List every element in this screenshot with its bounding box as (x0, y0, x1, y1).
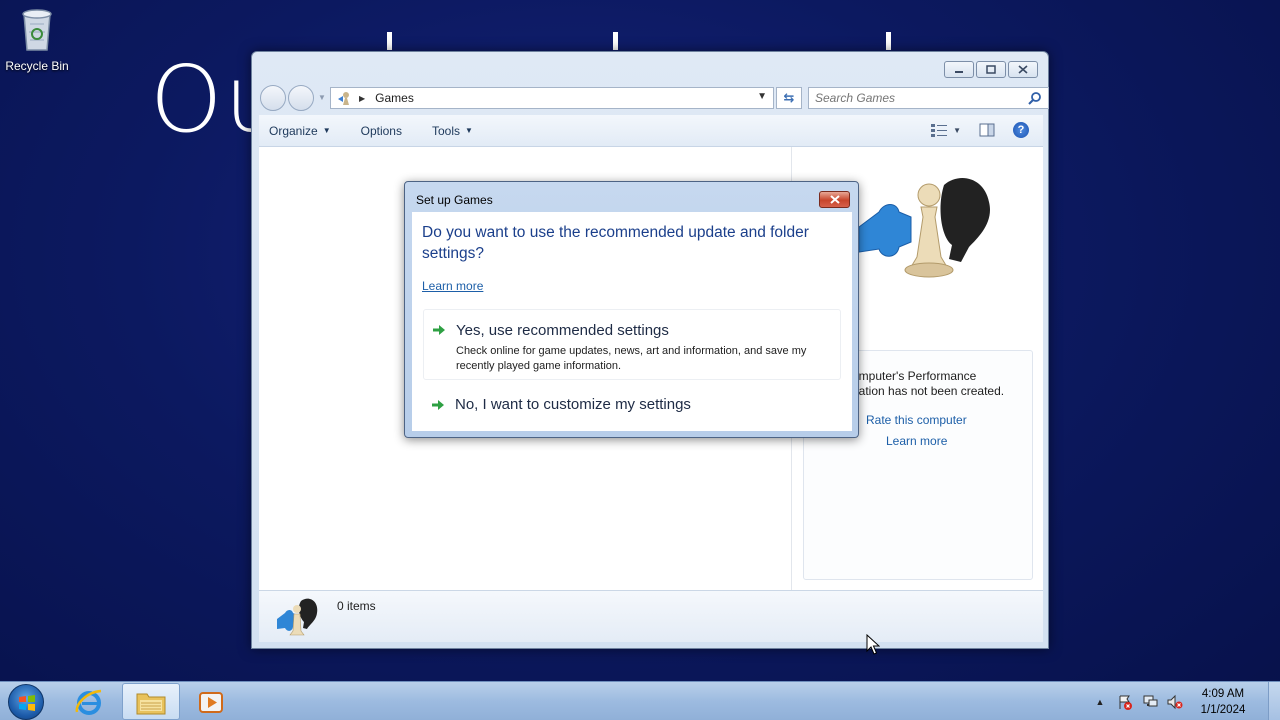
recommended-option-description: Check online for game updates, news, art… (456, 345, 807, 372)
internet-explorer-icon (75, 689, 102, 715)
dialog-close-button[interactable] (819, 191, 850, 208)
rate-computer-link[interactable]: Rate this computer (866, 413, 967, 427)
navigation-bar: ▼ ▶ Games ▼ ⇆ (260, 85, 1049, 111)
caption-buttons (944, 61, 1038, 78)
games-folder-icon (338, 92, 349, 105)
item-count: 0 items (337, 599, 376, 613)
options-button[interactable]: Options (361, 124, 402, 138)
preview-pane-icon[interactable] (979, 123, 995, 137)
volume-muted-icon[interactable] (1167, 694, 1183, 710)
performance-learn-more-link[interactable]: Learn more (886, 434, 947, 448)
windows-logo-icon (19, 695, 35, 711)
restore-icon (986, 65, 996, 74)
maximize-button[interactable] (976, 61, 1006, 78)
performance-message-line1: omputer's Performance (852, 369, 977, 383)
action-center-icon[interactable] (1117, 694, 1133, 710)
clock-date: 1/1/2024 (1200, 703, 1246, 716)
wallpaper-tick (613, 32, 618, 50)
games-hero-icon (858, 178, 990, 278)
green-arrow-icon (432, 400, 444, 410)
chevron-down-icon: ▼ (465, 126, 473, 135)
taskbar-clock[interactable]: 4:09 AM 1/1/2024 (1192, 686, 1254, 718)
recycle-bin-shortcut[interactable]: Recycle Bin (4, 6, 70, 73)
help-icon[interactable]: ? (1013, 122, 1029, 138)
taskbar-media-player[interactable] (182, 683, 240, 720)
network-icon[interactable] (1142, 694, 1158, 710)
show-desktop-button[interactable] (1268, 682, 1280, 720)
details-pane: 0 items (259, 590, 1043, 642)
back-button[interactable] (260, 85, 286, 111)
recent-pages-dropdown[interactable]: ▼ (318, 93, 326, 102)
recycle-bin-label: Recycle Bin (5, 59, 69, 73)
system-tray: ▲ 4:09 AM 1/1/2024 (1092, 682, 1280, 720)
minimize-button[interactable] (944, 61, 974, 78)
wallpaper-tick (886, 32, 891, 50)
clock-time: 4:09 AM (1201, 687, 1245, 700)
dialog-body: Do you want to use the recommended updat… (412, 212, 852, 431)
search-input[interactable] (809, 88, 1019, 108)
tools-label: Tools (431, 123, 460, 138)
chevron-down-icon: ▼ (953, 125, 961, 135)
search-box[interactable] (808, 87, 1049, 109)
taskbar-windows-explorer[interactable] (122, 683, 180, 720)
organize-menu[interactable]: Organize ▼ (269, 124, 331, 138)
close-icon (1018, 65, 1028, 74)
minimize-icon (955, 70, 963, 73)
forward-button[interactable] (288, 85, 314, 111)
green-arrow-icon (433, 325, 445, 335)
customize-option-title: No, I want to customize my settings (455, 396, 691, 413)
address-bar[interactable]: ▶ Games ▼ (330, 87, 774, 109)
dialog-title: Set up Games (416, 193, 493, 207)
chevron-down-icon: ▼ (322, 126, 331, 135)
refresh-button[interactable]: ⇆ (776, 87, 802, 109)
dialog-learn-more-link[interactable]: Learn more (422, 279, 483, 293)
start-button[interactable] (8, 684, 44, 720)
breadcrumb-separator-icon: ▶ (359, 93, 366, 103)
address-location[interactable]: Games (375, 91, 414, 105)
performance-message: omputer's Performance nation has not bee… (852, 369, 1032, 399)
change-view-button[interactable]: ▼ (931, 123, 961, 137)
folder-icon (136, 693, 166, 714)
mouse-cursor-icon (866, 634, 880, 655)
address-dropdown-icon[interactable]: ▼ (757, 91, 767, 102)
customize-settings-option[interactable]: No, I want to customize my settings (423, 389, 841, 421)
tools-menu[interactable]: Tools ▼ (432, 124, 473, 138)
organize-label: Organize (269, 123, 318, 138)
wallpaper-tick (387, 32, 392, 50)
games-small-icon (277, 598, 318, 636)
view-options-icon (931, 124, 948, 137)
command-bar: Organize ▼ Options Tools ▼ ▼ ? (259, 115, 1043, 147)
setup-games-dialog: Set up Games Do you want to use the reco… (404, 181, 859, 438)
options-label: Options (360, 123, 402, 138)
recycle-bin-icon (22, 9, 52, 51)
taskbar: ▲ 4:09 AM 1/1/2024 (0, 681, 1280, 720)
close-window-button[interactable] (1008, 61, 1038, 78)
show-hidden-icons-icon[interactable]: ▲ (1092, 694, 1108, 710)
media-player-icon (199, 691, 223, 713)
dialog-question: Do you want to use the recommended updat… (422, 224, 809, 262)
recommended-settings-option[interactable]: Yes, use recommended settings Check onli… (423, 309, 841, 380)
close-icon (829, 195, 840, 204)
recommended-option-title: Yes, use recommended settings (456, 322, 669, 339)
search-icon (1028, 92, 1041, 105)
taskbar-internet-explorer[interactable] (60, 683, 118, 720)
refresh-icon: ⇆ (783, 90, 795, 105)
performance-message-line2: nation has not been created. (852, 384, 1005, 398)
